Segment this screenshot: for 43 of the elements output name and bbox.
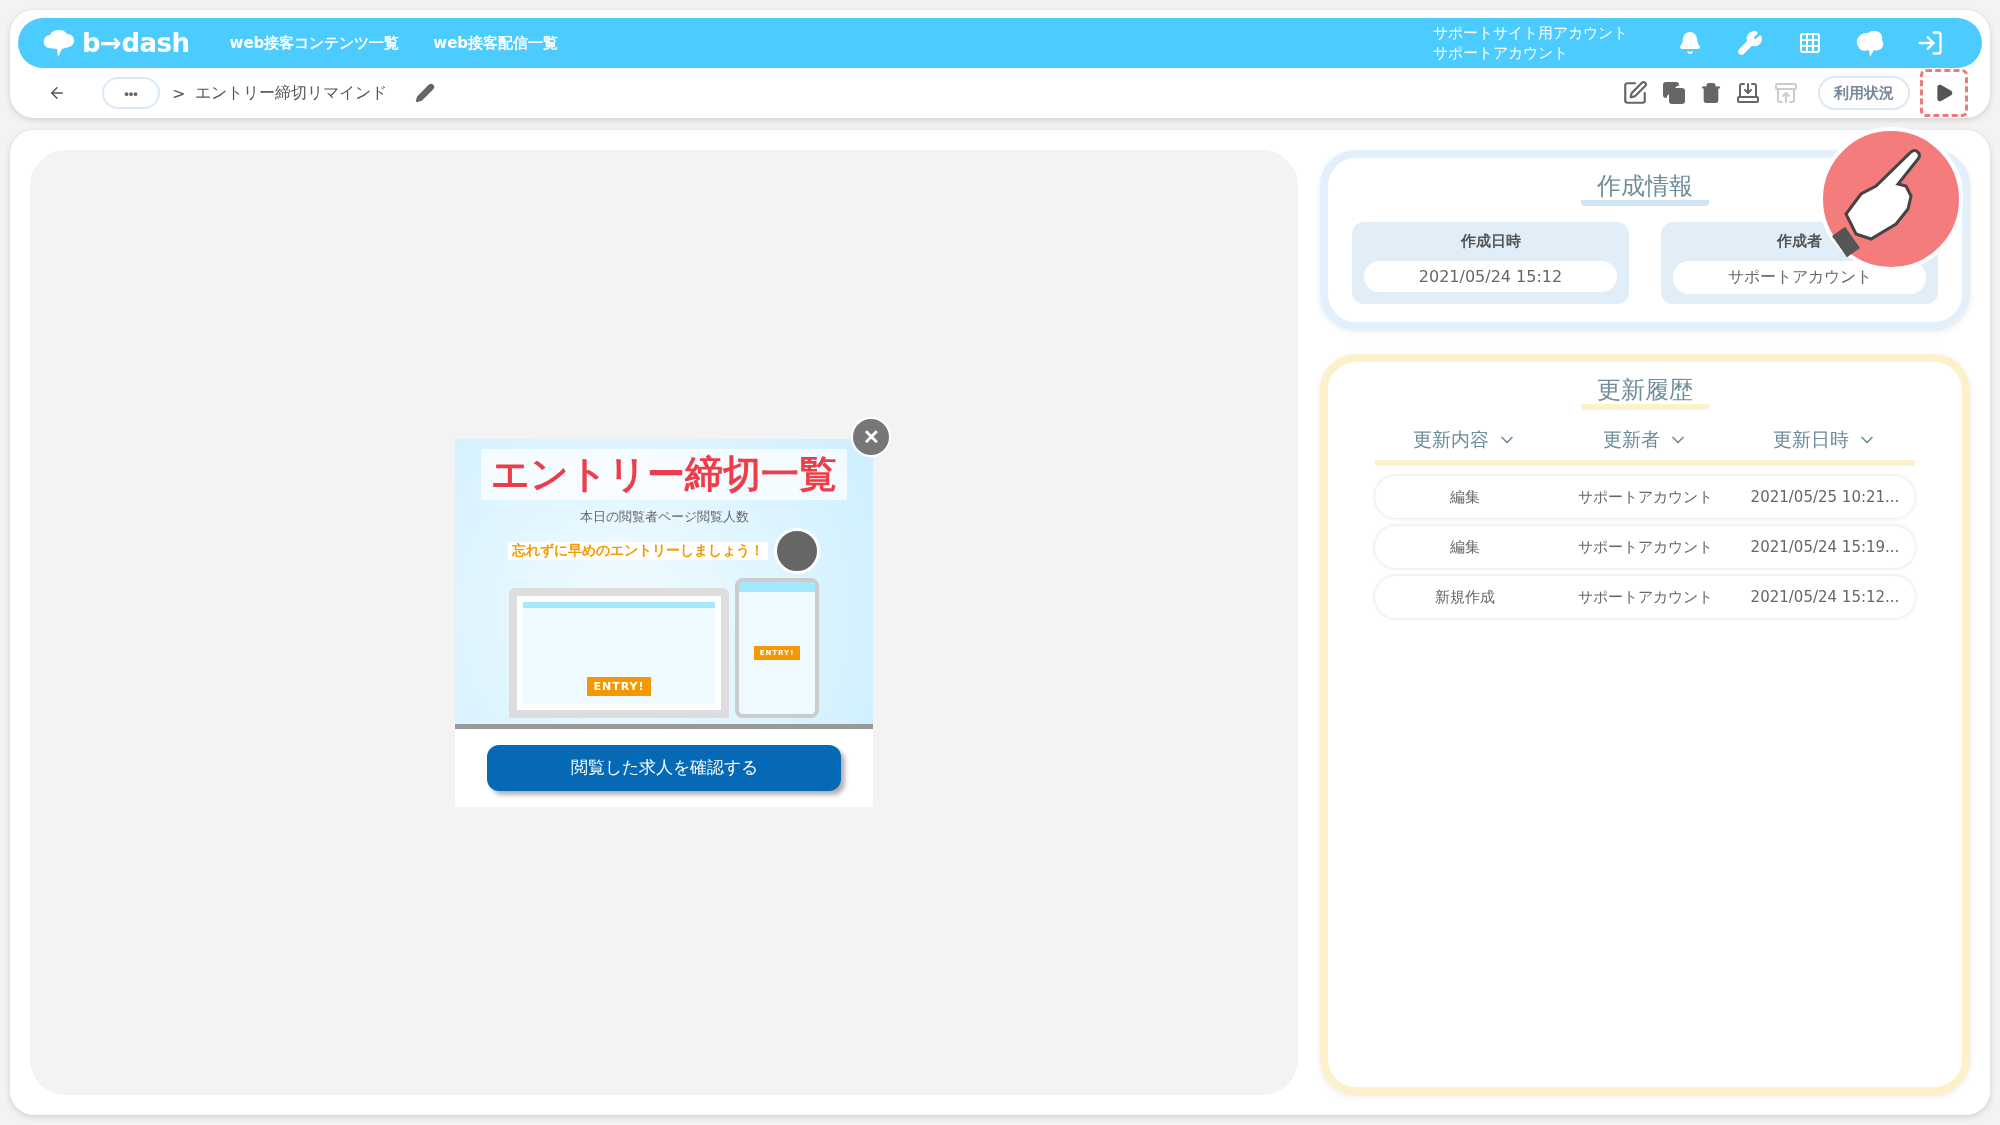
column-header[interactable]: 更新日時 xyxy=(1735,426,1915,454)
table-cell-text: 新規作成 xyxy=(1434,587,1496,607)
copy-icon[interactable] xyxy=(1662,81,1686,105)
table-cell-text: 2021/05/24 15:19... xyxy=(1749,538,1901,556)
usage-button[interactable]: 利用状況 xyxy=(1818,76,1910,110)
trash-icon[interactable] xyxy=(1700,82,1722,104)
logo-icon xyxy=(42,28,76,58)
account-site: サポートサイト用アカウント xyxy=(1433,23,1628,43)
info-label: 作成日時 xyxy=(1460,231,1521,252)
info-value: サポートアカウント xyxy=(1673,261,1926,294)
table-cell-text: サポートアカウント xyxy=(1576,537,1714,557)
upload-icon xyxy=(1774,81,1798,105)
close-button[interactable]: ✕ xyxy=(851,416,891,457)
page-title: エントリー締切リマインド xyxy=(195,82,388,104)
table-cell-text: サポートアカウント xyxy=(1576,587,1714,607)
preview-button[interactable] xyxy=(1920,69,1968,117)
table-cell-text: サポートアカウント xyxy=(1576,487,1714,507)
play-icon xyxy=(1934,83,1954,103)
info-label: 作成者 xyxy=(1777,231,1822,252)
edit-icon[interactable] xyxy=(1622,80,1648,106)
panel-title: 更新履歴 xyxy=(1581,376,1709,410)
pencil-icon[interactable] xyxy=(415,83,436,103)
more-button[interactable]: ••• xyxy=(102,77,160,109)
table-cell-text: 編集 xyxy=(1449,487,1481,507)
table-cell-text: 編集 xyxy=(1449,537,1481,557)
column-header[interactable]: 更新者 xyxy=(1555,426,1735,454)
table-cell-text: 2021/05/24 15:12... xyxy=(1749,588,1901,606)
avatar xyxy=(774,527,820,574)
archive-icon[interactable] xyxy=(1736,81,1760,105)
column-header[interactable]: 更新内容 xyxy=(1375,426,1555,454)
entry-label: ENTRY! xyxy=(587,676,651,696)
table-cell-text: 2021/05/25 10:21... xyxy=(1749,488,1901,506)
info-value: 2021/05/24 15:12 xyxy=(1364,261,1617,292)
popup-notice: 忘れずに早めのエントリーしましょう！ xyxy=(508,541,768,560)
nav-link[interactable]: web接客コンテンツ一覧 xyxy=(229,33,400,53)
popup-headline: エントリー締切一覧 xyxy=(481,448,847,500)
breadcrumb-separator: > xyxy=(172,83,186,103)
popup-subtitle: 本日の閲覧者ページ閲覧人数 xyxy=(579,507,749,526)
nav-link[interactable]: web接客配信一覧 xyxy=(433,33,559,53)
cta-button[interactable]: 閲覧した求人を確認する xyxy=(487,744,841,791)
account-user: サポートアカウント xyxy=(1433,43,1569,63)
panel-title: 作成情報 xyxy=(1581,172,1709,206)
logo-text: b→dash xyxy=(82,28,190,58)
